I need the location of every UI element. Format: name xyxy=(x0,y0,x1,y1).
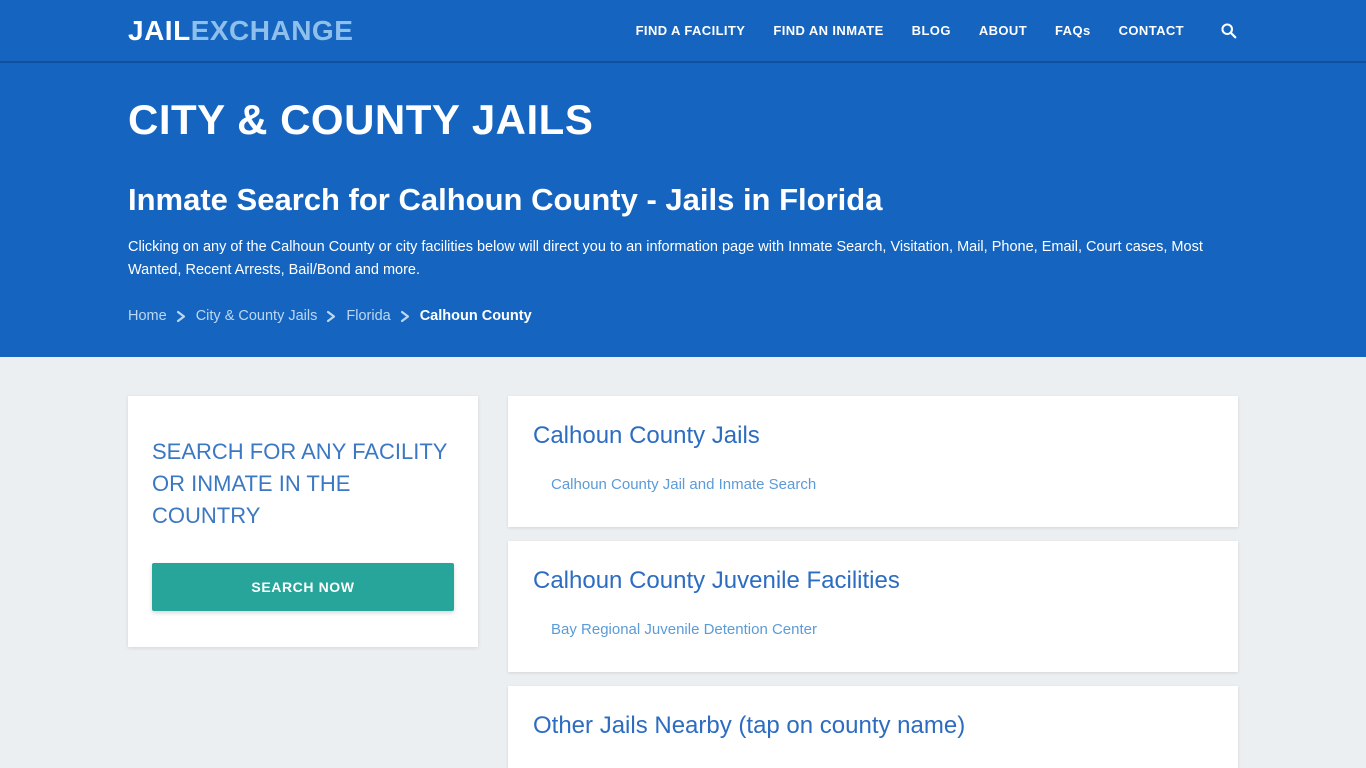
chevron-right-icon xyxy=(326,310,337,323)
facility-card-heading: Calhoun County Jails xyxy=(533,422,760,449)
facility-link[interactable]: Calhoun County Jail and Inmate Search xyxy=(533,473,1213,497)
logo-text-secondary: EXCHANGE xyxy=(190,14,354,46)
breadcrumb-item-home[interactable]: Home xyxy=(128,308,167,324)
nav-item-find-a-facility[interactable]: FIND A FACILITY xyxy=(636,23,746,38)
nav-item-faqs[interactable]: FAQs xyxy=(1055,23,1091,38)
page-title: CITY & COUNTY JAILS xyxy=(128,96,594,143)
page-description: Clicking on any of the Calhoun County or… xyxy=(128,239,1203,278)
facility-card-links: Calhoun County Jail and Inmate Search xyxy=(533,473,1213,497)
chevron-right-icon xyxy=(400,310,411,323)
facility-card-juvenile-facilities: Calhoun County Juvenile Facilities Bay R… xyxy=(508,541,1238,672)
facility-card-heading: Calhoun County Juvenile Facilities xyxy=(533,567,900,594)
facility-card-heading: Other Jails Nearby (tap on county name) xyxy=(533,712,966,739)
page-body: SEARCH FOR ANY FACILITY OR INMATE IN THE… xyxy=(0,357,1366,768)
breadcrumb-item-florida[interactable]: Florida xyxy=(346,308,390,324)
nav-item-find-an-inmate[interactable]: FIND AN INMATE xyxy=(773,23,883,38)
search-toggle-button[interactable] xyxy=(1218,21,1238,41)
main-navigation: FIND A FACILITY FIND AN INMATE BLOG ABOU… xyxy=(636,21,1238,41)
nav-item-blog[interactable]: BLOG xyxy=(912,23,951,38)
nav-item-contact[interactable]: CONTACT xyxy=(1119,23,1184,38)
header-container: JAILEXCHANGE FIND A FACILITY FIND AN INM… xyxy=(128,0,1238,61)
logo-text-primary: JAIL xyxy=(128,14,191,46)
facility-link[interactable]: Bay Regional Juvenile Detention Center xyxy=(533,618,1213,642)
facility-card-links: Bay Regional Juvenile Detention Center xyxy=(533,618,1213,642)
sidebar: SEARCH FOR ANY FACILITY OR INMATE IN THE… xyxy=(128,396,478,647)
facility-card-other-jails-nearby: Other Jails Nearby (tap on county name) xyxy=(508,686,1238,768)
site-logo[interactable]: JAILEXCHANGE xyxy=(128,14,354,46)
breadcrumb-item-current: Calhoun County xyxy=(419,308,532,325)
breadcrumb-item-city-county-jails[interactable]: City & County Jails xyxy=(196,308,318,324)
search-promo-heading: SEARCH FOR ANY FACILITY OR INMATE IN THE… xyxy=(152,439,448,528)
hero-section: CITY & COUNTY JAILS Inmate Search for Ca… xyxy=(0,63,1366,357)
hero-container: CITY & COUNTY JAILS Inmate Search for Ca… xyxy=(128,96,1238,324)
chevron-right-icon xyxy=(176,310,187,323)
facility-card-county-jails: Calhoun County Jails Calhoun County Jail… xyxy=(508,396,1238,527)
breadcrumb: Home City & County Jails Florida Calhoun… xyxy=(128,308,1238,324)
facility-list: Calhoun County Jails Calhoun County Jail… xyxy=(508,396,1238,768)
body-container: SEARCH FOR ANY FACILITY OR INMATE IN THE… xyxy=(128,396,1238,768)
search-icon xyxy=(1220,23,1236,39)
page-subtitle: Inmate Search for Calhoun County - Jails… xyxy=(128,182,883,218)
search-promo-card: SEARCH FOR ANY FACILITY OR INMATE IN THE… xyxy=(128,396,478,647)
search-now-button[interactable]: SEARCH NOW xyxy=(152,562,454,611)
nav-item-about[interactable]: ABOUT xyxy=(979,23,1027,38)
site-header: JAILEXCHANGE FIND A FACILITY FIND AN INM… xyxy=(0,0,1366,63)
